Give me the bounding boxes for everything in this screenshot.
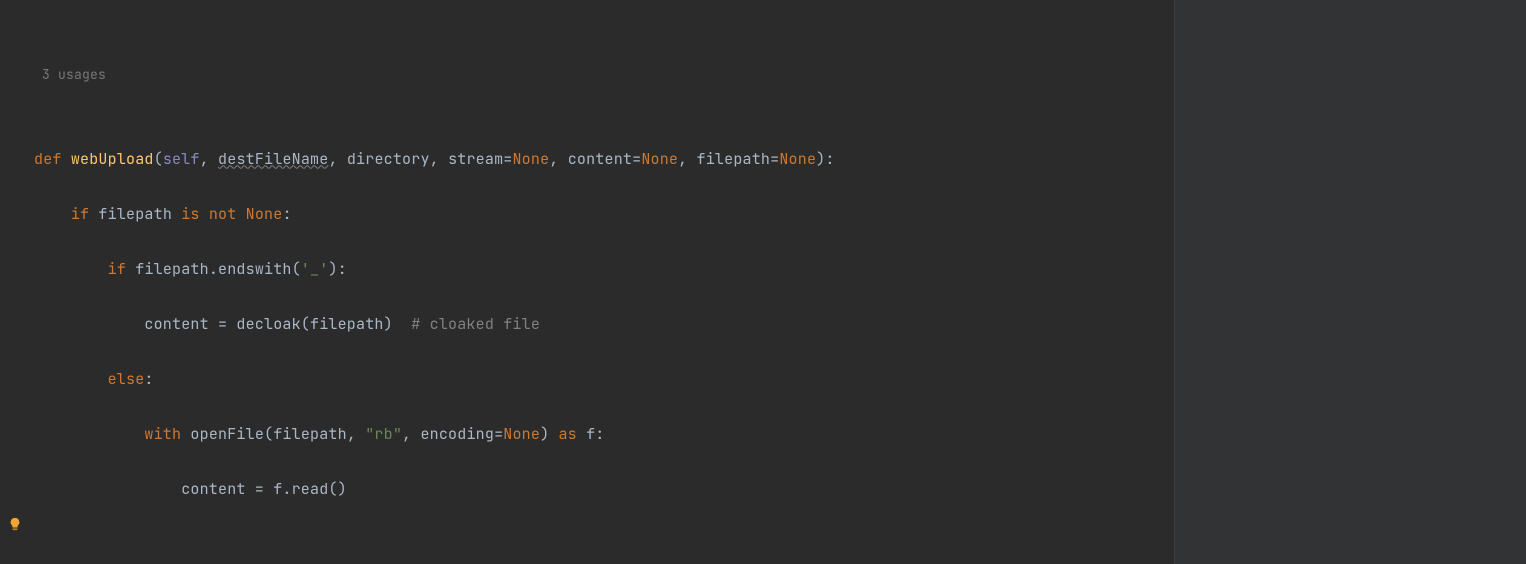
code-line	[34, 531, 1174, 559]
usages-hint[interactable]: 3 usages	[34, 61, 1174, 89]
right-panel	[1174, 0, 1526, 564]
code-line: with openFile(filepath, "rb", encoding=N…	[34, 421, 1174, 449]
code-line: content = f.read()	[34, 476, 1174, 504]
code-line: else:	[34, 366, 1174, 394]
code-line: if filepath.endswith('_'):	[34, 256, 1174, 284]
code-line: if filepath is not None:	[34, 201, 1174, 229]
code-editor[interactable]: 3 usages def webUpload(self, destFileNam…	[6, 0, 1174, 564]
editor-wrap: 3 usages def webUpload(self, destFileNam…	[0, 0, 1526, 564]
code-line: def webUpload(self, destFileName, direct…	[34, 146, 1174, 174]
code-line: content = decloak(filepath) # cloaked fi…	[34, 311, 1174, 339]
